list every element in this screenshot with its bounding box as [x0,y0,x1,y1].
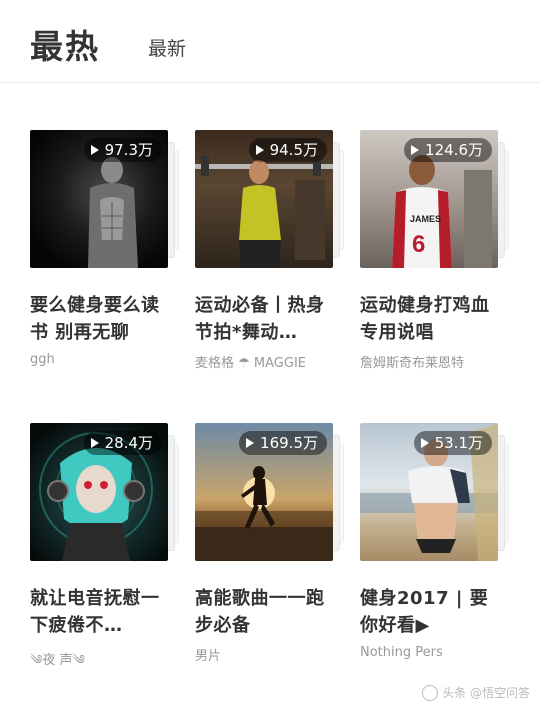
watermark-icon [422,684,439,701]
playlist-cover[interactable]: 97.3万 [30,130,168,268]
play-count: 124.6万 [404,138,492,162]
play-icon [246,438,255,448]
tab-hot[interactable]: 最热 [30,20,100,68]
playlist-author[interactable]: 麦格格 ☂ MAGGIE [195,352,345,371]
card-stack-edge [498,435,505,551]
playlist-cover[interactable]: 94.5万 [195,130,333,268]
card-stack-edge [168,142,175,258]
svg-text:JAMES: JAMES [410,214,441,224]
play-count: 169.5万 [239,431,327,455]
play-count: 28.4万 [83,431,162,455]
playlist-cover[interactable]: 169.5万 [195,423,333,561]
playlist-title[interactable]: 运动健身打鸡血专用说唱 [360,292,500,346]
playlist-title[interactable]: 运动必备丨热身节拍*舞动… [195,292,335,346]
playlist-title[interactable]: 健身2017 | 要你好看▶ [360,585,500,639]
playlist-cover[interactable]: 28.4万 [30,423,168,561]
play-count: 97.3万 [83,138,162,162]
playlist-author[interactable]: 男片 [195,645,345,664]
card-stack-edge [498,142,505,258]
svg-text:6: 6 [412,231,425,258]
card-stack-edge [168,435,175,551]
play-icon [90,145,99,155]
playlist-cover[interactable]: 53.1万 [360,423,498,561]
play-count: 53.1万 [413,431,492,455]
playlist-author[interactable]: ༄夜 声༄ [30,645,180,682]
play-icon [90,438,99,448]
playlist-author[interactable]: 詹姆斯奇布莱恩特 [360,352,510,371]
playlist-author[interactable]: Nothing Pers [360,645,510,660]
playlist-title[interactable]: 就让电音抚慰一下疲倦不… [30,585,170,639]
tab-bar: 最热 最新 [0,0,540,83]
card-stack-edge [333,435,340,551]
tab-new[interactable]: 最新 [148,34,186,61]
play-icon [411,145,420,155]
card-stack-edge [333,142,340,258]
play-icon [255,145,264,155]
playlist-author[interactable]: ggh [30,352,180,367]
playlist-title[interactable]: 要么健身要么读书 别再无聊 [30,292,170,346]
watermark: 头条 @悟空问答 [422,684,530,701]
play-icon [420,438,429,448]
playlist-title[interactable]: 高能歌曲一一跑步必备 [195,585,335,639]
play-count: 94.5万 [248,138,327,162]
playlist-cover[interactable]: JAMES 6 124.6万 [360,130,498,268]
watermark-text: 头条 @悟空问答 [442,686,530,700]
